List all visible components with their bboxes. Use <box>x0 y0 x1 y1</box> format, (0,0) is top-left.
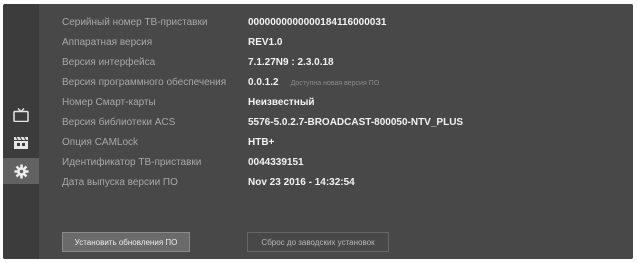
software-version-number: 0.0.1.2 <box>248 77 279 88</box>
info-row: Версия библиотеки ACS 5576-5.0.2.7-BROAD… <box>62 114 622 132</box>
info-label-smartcard: Номер Смарт-карты <box>62 97 156 108</box>
info-label-serial: Серийный номер ТВ-приставки <box>62 17 208 28</box>
info-row: Идентификатор ТВ-приставки 0044339151 <box>62 154 622 172</box>
factory-reset-button[interactable]: Сброс до заводских установок <box>247 232 389 252</box>
info-value-stb-id: 0044339151 <box>248 157 304 168</box>
info-label-release-date: Дата выпуска версии ПО <box>62 177 178 188</box>
info-value-hardware: REV1.0 <box>248 37 283 48</box>
info-label-hardware: Аппаратная версия <box>62 37 153 48</box>
info-value-acs: 5576-5.0.2.7-BROADCAST-800050-NTV_PLUS <box>248 117 464 128</box>
info-row: Серийный номер ТВ-приставки 000000000000… <box>62 14 622 32</box>
sidebar <box>3 4 39 259</box>
install-update-button[interactable]: Установить обновления ПО <box>62 232 190 252</box>
info-label-stb-id: Идентификатор ТВ-приставки <box>62 157 202 168</box>
sidebar-item-video[interactable] <box>3 130 39 156</box>
info-value-software: 0.0.1.2 Доступна новая версия ПО <box>248 74 379 93</box>
info-label-software: Версия программного обеспечения <box>62 77 227 88</box>
info-panel: Серийный номер ТВ-приставки 000000000000… <box>39 4 633 259</box>
info-value-serial: 0000000000000184116000031 <box>248 17 387 28</box>
info-row: Версия программного обеспечения 0.0.1.2 Д… <box>62 74 622 92</box>
update-available-note: Доступна новая версия ПО <box>290 80 380 87</box>
settings-screen: Серийный номер ТВ-приставки 000000000000… <box>3 4 633 259</box>
sidebar-item-settings[interactable] <box>3 158 39 184</box>
info-row: Опция CAMLock НТВ+ <box>62 134 622 152</box>
sidebar-item-tv[interactable] <box>3 102 39 128</box>
info-row: Аппаратная версия REV1.0 <box>62 34 622 52</box>
info-label-ui-version: Версия интерфейса <box>62 57 156 68</box>
info-label-acs: Версия библиотеки ACS <box>62 117 176 128</box>
tv-icon <box>13 108 29 122</box>
info-row: Дата выпуска версии ПО Nov 23 2016 - 14:… <box>62 174 622 192</box>
clapperboard-icon <box>14 136 28 149</box>
info-value-camlock: НТВ+ <box>248 137 275 148</box>
info-row: Версия интерфейса 7.1.27N9 : 2.3.0.18 <box>62 54 622 72</box>
info-value-smartcard: Неизвестный <box>248 97 315 108</box>
info-value-release-date: Nov 23 2016 - 14:32:54 <box>248 177 355 188</box>
gear-icon <box>13 163 29 179</box>
info-row: Номер Смарт-карты Неизвестный <box>62 94 622 112</box>
info-value-ui-version: 7.1.27N9 : 2.3.0.18 <box>248 57 334 68</box>
info-label-camlock: Опция CAMLock <box>62 137 139 148</box>
